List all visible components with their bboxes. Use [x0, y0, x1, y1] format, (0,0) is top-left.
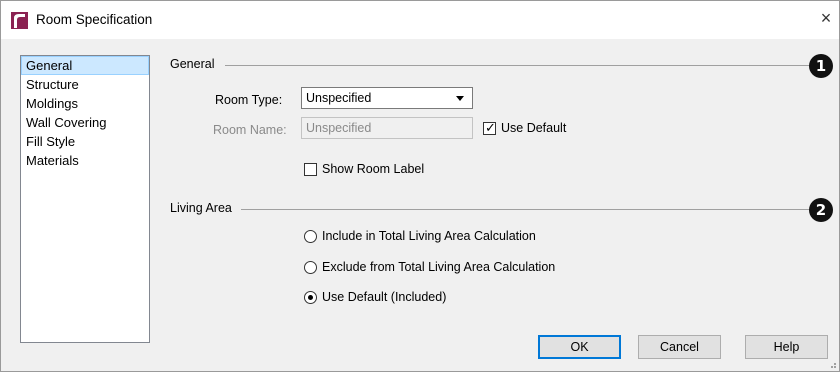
show-room-label-checkbox[interactable]: [304, 163, 317, 176]
help-button[interactable]: Help: [745, 335, 828, 359]
room-type-label: Room Type:: [215, 93, 283, 107]
callout-badge-2: 2: [809, 198, 833, 222]
resize-grip-icon[interactable]: [827, 359, 837, 369]
room-type-value: Unspecified: [306, 91, 372, 105]
nav-item-moldings[interactable]: Moldings: [21, 94, 149, 113]
general-divider: [225, 65, 811, 66]
nav-item-wall-covering[interactable]: Wall Covering: [21, 113, 149, 132]
window-title: Room Specification: [36, 12, 153, 27]
nav-item-fill-style[interactable]: Fill Style: [21, 132, 149, 151]
use-default-included-radio[interactable]: [304, 291, 317, 304]
chevron-down-icon: [456, 96, 464, 101]
include-living-area-radio[interactable]: [304, 230, 317, 243]
ok-button[interactable]: OK: [538, 335, 621, 359]
checkmark-icon: ✓: [485, 120, 496, 135]
room-name-label: Room Name:: [213, 123, 287, 137]
room-specification-dialog: Room Specification × General Structure M…: [0, 0, 840, 372]
living-area-divider: [241, 209, 811, 210]
include-living-area-label[interactable]: Include in Total Living Area Calculation: [322, 229, 536, 243]
nav-item-structure[interactable]: Structure: [21, 75, 149, 94]
general-group-heading: General: [170, 57, 215, 71]
room-name-value: Unspecified: [306, 121, 372, 135]
title-bar: Room Specification ×: [1, 1, 839, 39]
nav-item-materials[interactable]: Materials: [21, 151, 149, 170]
exclude-living-area-label[interactable]: Exclude from Total Living Area Calculati…: [322, 260, 555, 274]
nav-item-general[interactable]: General: [21, 56, 149, 75]
use-default-included-label[interactable]: Use Default (Included): [322, 290, 446, 304]
room-name-field[interactable]: Unspecified: [301, 117, 473, 139]
living-area-group-heading: Living Area: [170, 201, 232, 215]
cancel-button[interactable]: Cancel: [638, 335, 721, 359]
use-default-label[interactable]: Use Default: [501, 121, 566, 135]
callout-badge-1: 1: [809, 54, 833, 78]
room-type-dropdown[interactable]: Unspecified: [301, 87, 473, 109]
use-default-checkbox[interactable]: ✓: [483, 120, 496, 135]
show-room-label-label[interactable]: Show Room Label: [322, 162, 424, 176]
radio-selected-dot: [308, 295, 313, 300]
close-icon[interactable]: ×: [816, 8, 836, 28]
category-list[interactable]: General Structure Moldings Wall Covering…: [20, 55, 150, 343]
app-icon: [11, 12, 28, 29]
exclude-living-area-radio[interactable]: [304, 261, 317, 274]
